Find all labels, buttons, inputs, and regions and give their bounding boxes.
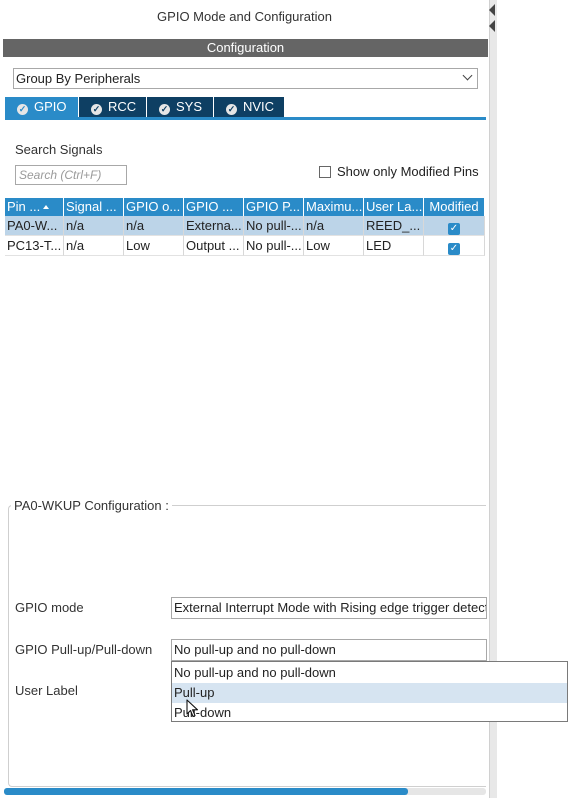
collapse-left-icon[interactable] xyxy=(489,20,495,32)
tab-nvic[interactable]: ✓ NVIC xyxy=(214,97,285,117)
table-cell: Output ... xyxy=(184,236,244,256)
table-row[interactable]: PC13-T... n/a Low Output ... No pull-...… xyxy=(5,236,485,256)
checkbox-checked-icon[interactable]: ✓ xyxy=(448,223,460,235)
gpio-mode-label: GPIO mode xyxy=(15,600,84,615)
group-by-select[interactable]: Group By Peripherals xyxy=(13,68,478,89)
tab-label: RCC xyxy=(108,99,137,114)
column-header-gpio-mode[interactable]: GPIO ... xyxy=(184,198,244,216)
check-circle-icon: ✓ xyxy=(159,104,170,115)
tab-gpio[interactable]: ✓ GPIO xyxy=(5,97,79,117)
collapse-left-icon[interactable] xyxy=(489,4,495,16)
table-cell: Low xyxy=(124,236,184,256)
tab-underline xyxy=(5,117,486,120)
check-circle-icon: ✓ xyxy=(17,104,28,115)
dropdown-option-pull-up[interactable]: Pull-up xyxy=(172,683,567,703)
column-header-modified[interactable]: Modified xyxy=(424,198,485,216)
column-header-gpio-pull[interactable]: GPIO P... xyxy=(244,198,304,216)
column-header-max-speed[interactable]: Maximu... xyxy=(304,198,364,216)
pin-configuration-title: PA0-WKUP Configuration : xyxy=(11,498,172,514)
table-cell: No pull-... xyxy=(244,236,304,256)
search-label: Search Signals xyxy=(15,142,103,157)
modified-cell: ✓ xyxy=(424,236,485,256)
gpio-mode-select[interactable]: External Interrupt Mode with Rising edge… xyxy=(171,597,487,619)
tab-sys[interactable]: ✓ SYS xyxy=(147,97,214,117)
gpio-pull-label: GPIO Pull-up/Pull-down xyxy=(15,642,153,657)
table-cell: REED_... xyxy=(364,216,424,236)
table-cell: PA0-W... xyxy=(5,216,64,236)
show-modified-checkbox[interactable] xyxy=(319,166,331,178)
configuration-header: Configuration xyxy=(3,39,488,57)
gpio-pull-select[interactable]: No pull-up and no pull-down xyxy=(171,639,487,661)
check-circle-icon: ✓ xyxy=(226,104,237,115)
check-circle-icon: ✓ xyxy=(91,104,102,115)
table-cell: n/a xyxy=(124,216,184,236)
checkbox-checked-icon[interactable]: ✓ xyxy=(448,243,460,255)
show-modified-label: Show only Modified Pins xyxy=(337,164,479,179)
table-cell: No pull-... xyxy=(244,216,304,236)
table-cell: PC13-T... xyxy=(5,236,64,256)
tab-rcc[interactable]: ✓ RCC xyxy=(79,97,147,117)
tab-label: NVIC xyxy=(243,99,275,114)
tab-label: SYS xyxy=(176,99,203,114)
modified-cell: ✓ xyxy=(424,216,485,236)
table-header: Pin ... Signal ... GPIO o... GPIO ... GP… xyxy=(5,198,485,216)
table-cell: Low xyxy=(304,236,364,256)
table-cell: n/a xyxy=(64,236,124,256)
column-header-pin[interactable]: Pin ... xyxy=(5,198,64,216)
signals-table: Pin ... Signal ... GPIO o... GPIO ... GP… xyxy=(5,198,485,256)
pull-dropdown-list: No pull-up and no pull-down Pull-up Pull… xyxy=(171,661,568,722)
dropdown-option-pull-down[interactable]: Pull-down xyxy=(172,703,567,723)
table-cell: Externa... xyxy=(184,216,244,236)
table-cell: LED xyxy=(364,236,424,256)
search-input[interactable] xyxy=(15,165,127,185)
sort-up-icon xyxy=(43,205,50,209)
table-cell: n/a xyxy=(304,216,364,236)
table-cell: n/a xyxy=(64,216,124,236)
chevron-down-icon xyxy=(462,70,473,81)
dropdown-option-no-pull[interactable]: No pull-up and no pull-down xyxy=(172,663,567,683)
table-row[interactable]: PA0-W... n/a n/a Externa... No pull-... … xyxy=(5,216,485,236)
horizontal-scrollbar-thumb[interactable] xyxy=(4,788,408,795)
group-by-value: Group By Peripherals xyxy=(16,71,141,86)
user-label-label: User Label xyxy=(15,683,78,698)
column-header-gpio-output[interactable]: GPIO o... xyxy=(124,198,184,216)
column-label: Pin ... xyxy=(7,199,41,214)
panel-title: GPIO Mode and Configuration xyxy=(157,9,332,24)
column-header-user-label[interactable]: User La... xyxy=(364,198,424,216)
tab-label: GPIO xyxy=(34,99,67,114)
column-header-signal[interactable]: Signal ... xyxy=(64,198,124,216)
mouse-pointer-icon xyxy=(186,699,199,718)
